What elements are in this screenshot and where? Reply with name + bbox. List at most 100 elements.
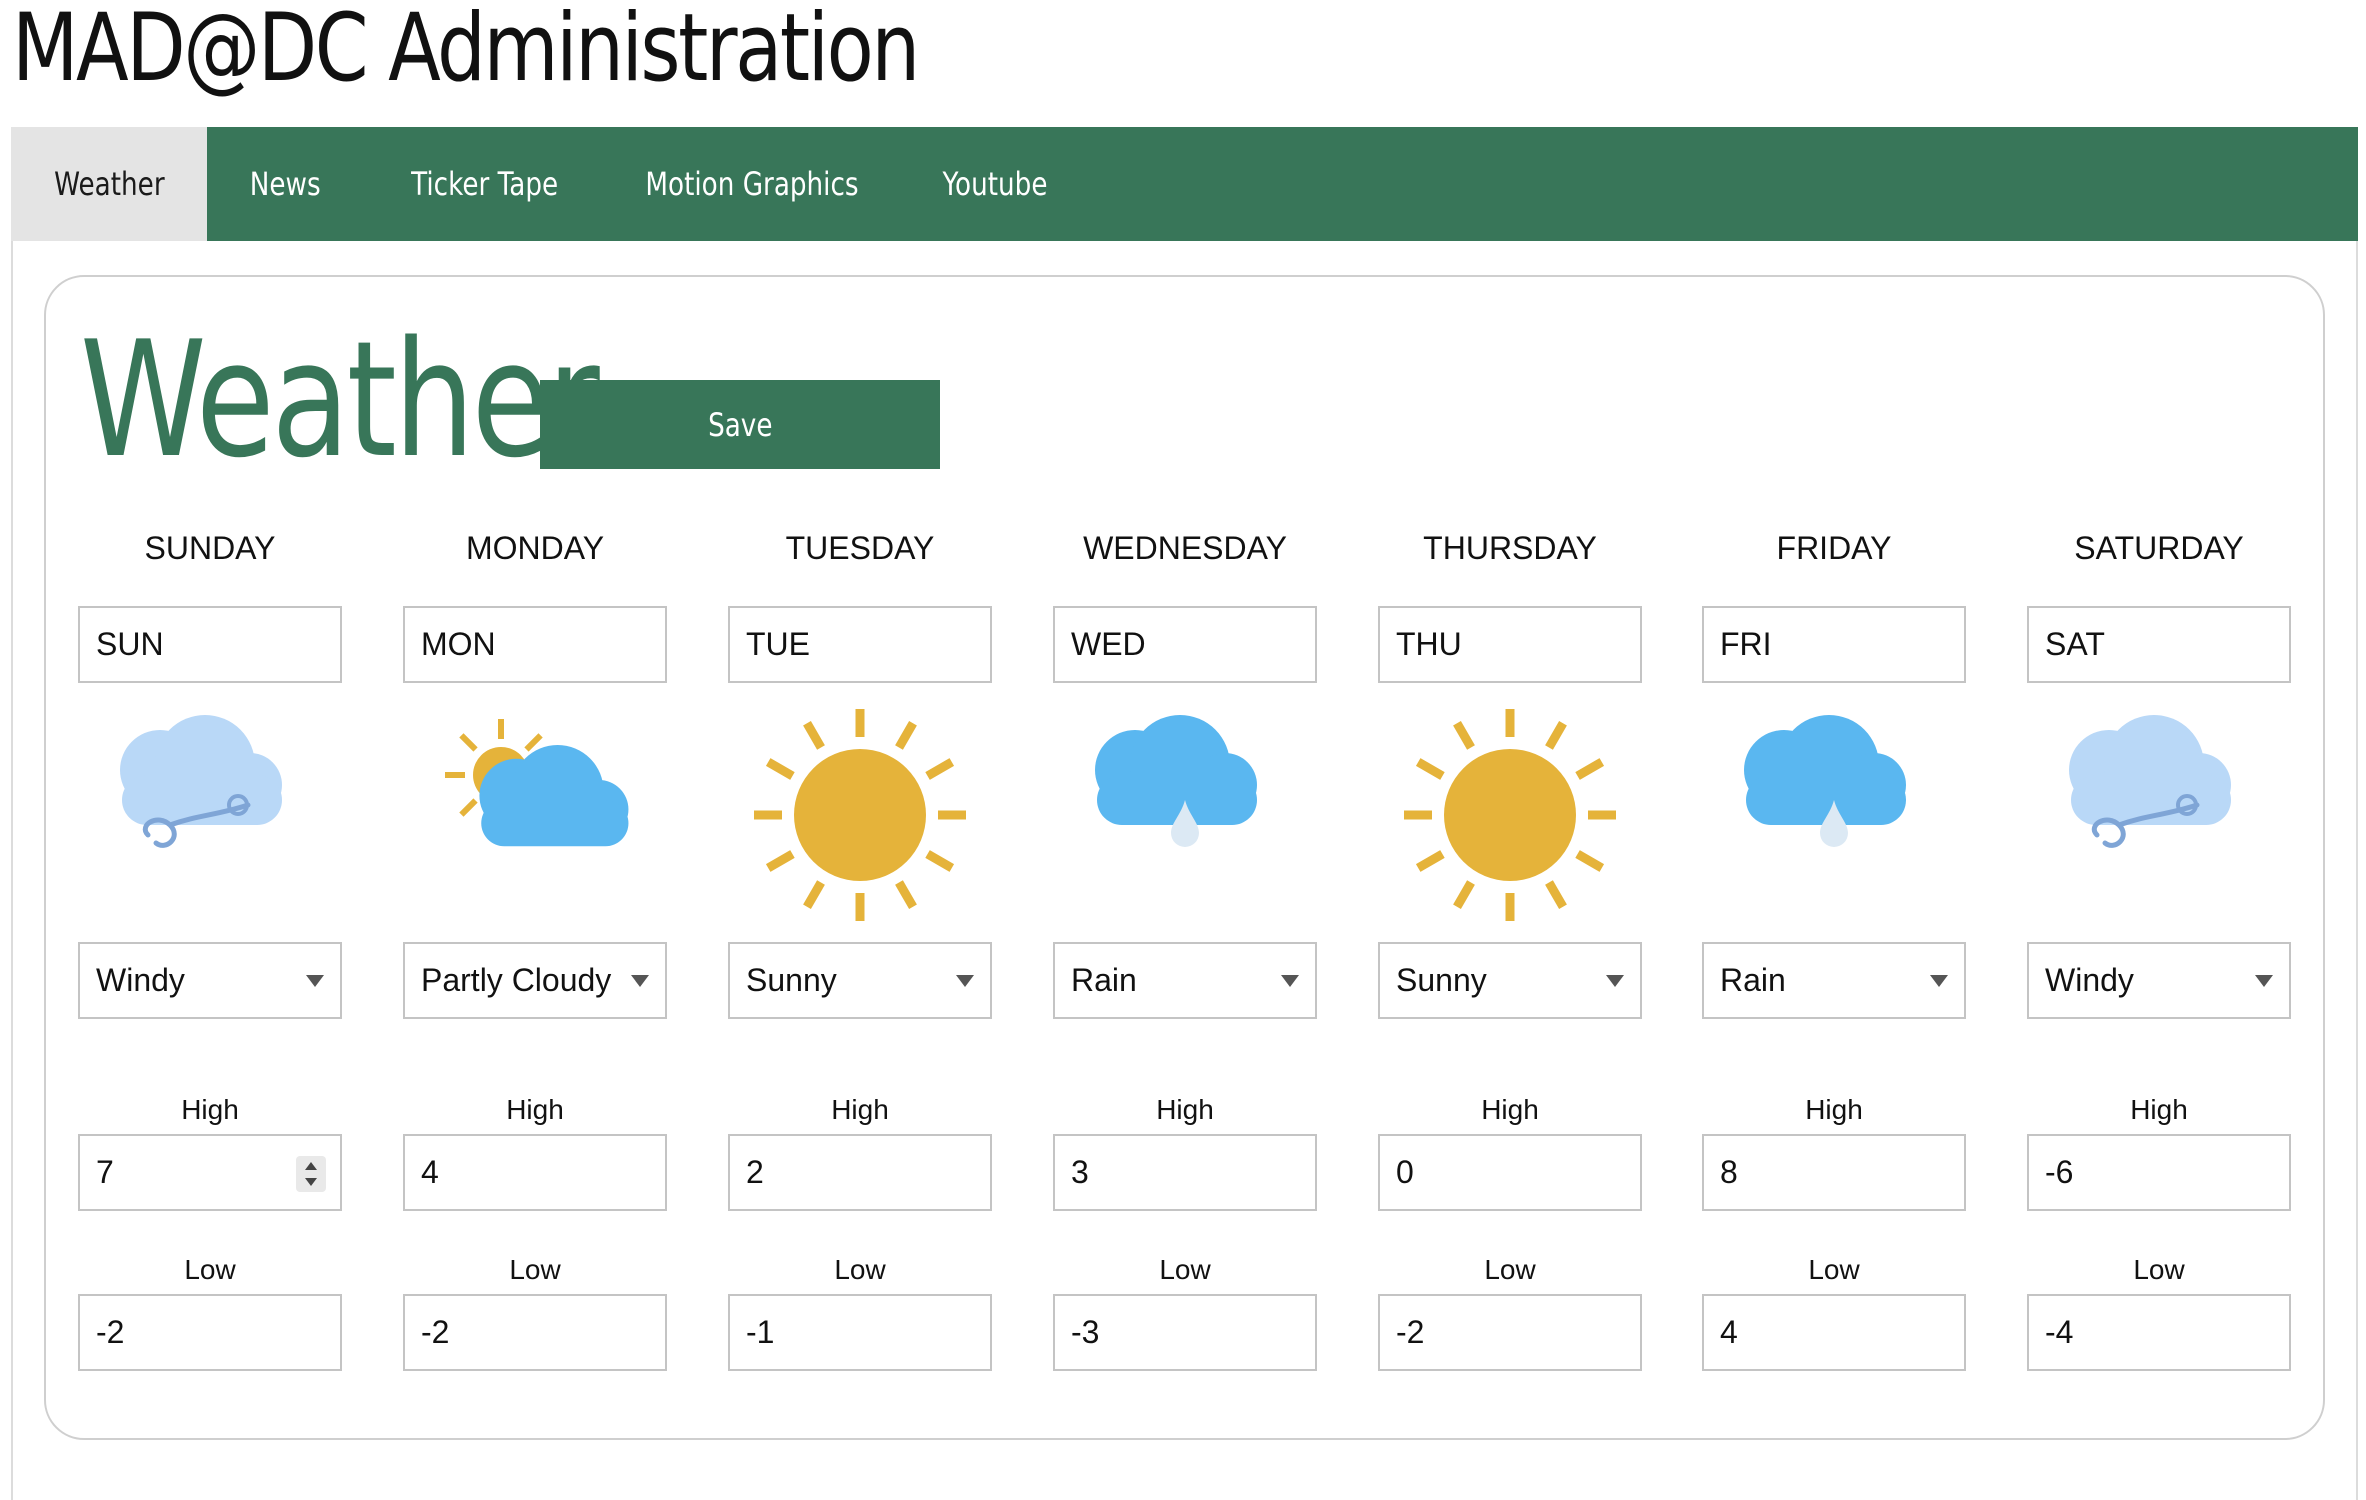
- condition-select-thu[interactable]: Sunny: [1378, 942, 1642, 1019]
- high-input-wed[interactable]: [1053, 1134, 1317, 1211]
- low-input-sat[interactable]: [2027, 1294, 2291, 1371]
- low-field-thu[interactable]: [1396, 1314, 1624, 1351]
- chevron-down-icon: [1281, 974, 1299, 987]
- day-name-wed: WEDNESDAY: [1083, 530, 1287, 566]
- high-field-tue[interactable]: [746, 1154, 974, 1191]
- condition-select-tue[interactable]: Sunny: [728, 942, 992, 1019]
- high-input-mon[interactable]: [403, 1134, 667, 1211]
- chevron-down-icon: [1930, 974, 1948, 987]
- high-input-fri[interactable]: [1702, 1134, 1966, 1211]
- condition-select-mon[interactable]: Partly Cloudy: [403, 942, 667, 1019]
- day-abbr-input-sun[interactable]: [78, 606, 342, 683]
- app-title: MAD@DC Administration: [12, 0, 920, 103]
- day-abbr-field-fri[interactable]: [1720, 626, 1948, 663]
- condition-value: Windy: [2045, 962, 2134, 998]
- high-label: High: [1805, 1094, 1863, 1125]
- condition-select-wed[interactable]: Rain: [1053, 942, 1317, 1019]
- low-input-thu[interactable]: [1378, 1294, 1642, 1371]
- tab-ticker-tape[interactable]: Ticker Tape: [363, 127, 607, 241]
- rain-icon: [1702, 705, 1966, 935]
- chevron-down-icon: [956, 974, 974, 987]
- low-field-tue[interactable]: [746, 1314, 974, 1351]
- condition-select-sat[interactable]: Windy: [2027, 942, 2291, 1019]
- low-label: Low: [1159, 1254, 1211, 1285]
- condition-value: Rain: [1071, 962, 1137, 998]
- tab-youtube[interactable]: Youtube: [897, 127, 1093, 241]
- high-input-sun[interactable]: [78, 1134, 342, 1211]
- high-label: High: [1156, 1094, 1214, 1125]
- chevron-down-icon: [631, 974, 649, 987]
- day-abbr-input-wed[interactable]: [1053, 606, 1317, 683]
- chevron-down-icon: [1606, 974, 1624, 987]
- low-input-wed[interactable]: [1053, 1294, 1317, 1371]
- condition-value: Sunny: [746, 962, 837, 998]
- main-nav: Weather News Ticker Tape Motion Graphics…: [11, 127, 2358, 241]
- day-name-tue: TUESDAY: [785, 530, 935, 566]
- chevron-down-icon: [306, 974, 324, 987]
- day-abbr-input-thu[interactable]: [1378, 606, 1642, 683]
- sunny-icon: [728, 705, 992, 935]
- high-input-tue[interactable]: [728, 1134, 992, 1211]
- high-field-thu[interactable]: [1396, 1154, 1624, 1191]
- low-label: Low: [509, 1254, 561, 1285]
- tab-weather[interactable]: Weather: [11, 127, 207, 241]
- windy-icon: [78, 705, 342, 935]
- high-field-mon[interactable]: [421, 1154, 649, 1191]
- day-name-sun: SUNDAY: [144, 530, 276, 566]
- day-abbr-input-tue[interactable]: [728, 606, 992, 683]
- low-input-sun[interactable]: [78, 1294, 342, 1371]
- day-abbr-field-tue[interactable]: [746, 626, 974, 663]
- low-input-fri[interactable]: [1702, 1294, 1966, 1371]
- chevron-down-icon: [2255, 974, 2273, 987]
- low-label: Low: [1808, 1254, 1860, 1285]
- low-input-mon[interactable]: [403, 1294, 667, 1371]
- condition-select-sun[interactable]: Windy: [78, 942, 342, 1019]
- condition-value: Rain: [1720, 962, 1786, 998]
- low-field-fri[interactable]: [1720, 1314, 1948, 1351]
- high-field-wed[interactable]: [1071, 1154, 1299, 1191]
- day-abbr-field-sun[interactable]: [96, 626, 324, 663]
- high-label: High: [2130, 1094, 2188, 1125]
- high-label: High: [831, 1094, 889, 1125]
- low-field-wed[interactable]: [1071, 1314, 1299, 1351]
- low-field-sat[interactable]: [2045, 1314, 2273, 1351]
- page-title: Weather: [80, 306, 600, 493]
- day-name-sat: SATURDAY: [2074, 530, 2244, 566]
- high-input-sat[interactable]: [2027, 1134, 2291, 1211]
- low-label: Low: [834, 1254, 886, 1285]
- partly-cloudy-icon: [403, 705, 667, 935]
- low-field-sun[interactable]: [96, 1314, 324, 1351]
- day-name-thu: THURSDAY: [1423, 530, 1597, 566]
- save-button[interactable]: Save: [540, 380, 940, 469]
- rain-icon: [1053, 705, 1317, 935]
- condition-select-fri[interactable]: Rain: [1702, 942, 1966, 1019]
- high-field-sun[interactable]: [96, 1154, 324, 1191]
- sunny-icon: [1378, 705, 1642, 935]
- day-abbr-field-thu[interactable]: [1396, 626, 1624, 663]
- day-abbr-field-mon[interactable]: [421, 626, 649, 663]
- condition-value: Windy: [96, 962, 185, 998]
- high-field-fri[interactable]: [1720, 1154, 1948, 1191]
- high-label: High: [506, 1094, 564, 1125]
- condition-value: Partly Cloudy: [421, 962, 612, 998]
- low-label: Low: [1484, 1254, 1536, 1285]
- tab-motion-graphics[interactable]: Motion Graphics: [607, 127, 897, 241]
- day-abbr-field-sat[interactable]: [2045, 626, 2273, 663]
- high-input-thu[interactable]: [1378, 1134, 1642, 1211]
- windy-icon: [2027, 705, 2291, 935]
- low-label: Low: [2133, 1254, 2185, 1285]
- high-field-sat[interactable]: [2045, 1154, 2273, 1191]
- day-abbr-input-fri[interactable]: [1702, 606, 1966, 683]
- low-label: Low: [184, 1254, 236, 1285]
- condition-value: Sunny: [1396, 962, 1487, 998]
- day-abbr-input-mon[interactable]: [403, 606, 667, 683]
- low-input-tue[interactable]: [728, 1294, 992, 1371]
- number-spinner[interactable]: [296, 1156, 326, 1192]
- day-name-fri: FRIDAY: [1776, 530, 1892, 566]
- tab-news[interactable]: News: [207, 127, 363, 241]
- low-field-mon[interactable]: [421, 1314, 649, 1351]
- day-abbr-field-wed[interactable]: [1071, 626, 1299, 663]
- day-abbr-input-sat[interactable]: [2027, 606, 2291, 683]
- high-label: High: [1481, 1094, 1539, 1125]
- high-label: High: [181, 1094, 239, 1125]
